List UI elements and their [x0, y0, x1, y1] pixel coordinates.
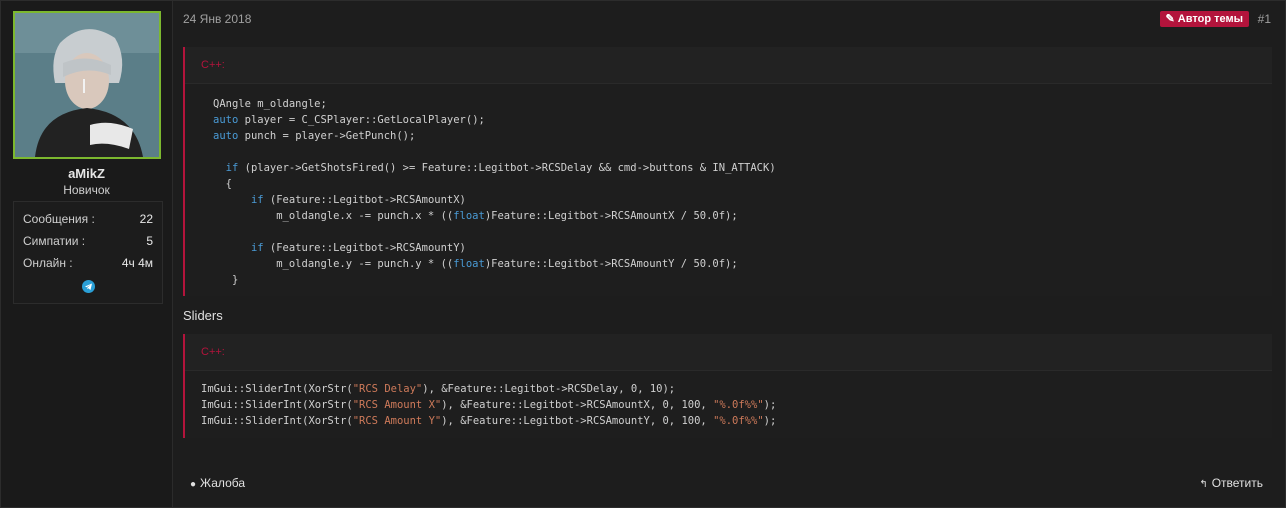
post-content: 24 Янв 2018 ✎ Автор темы #1 C++: QAngle … — [173, 1, 1285, 507]
code-line: QAngle m_oldangle; — [213, 98, 327, 110]
stat-value: 22 — [139, 212, 153, 226]
code-lang-label: C++: — [185, 334, 1272, 371]
stat-value: 4ч 4м — [121, 256, 153, 270]
badge-label: Автор темы — [1177, 13, 1243, 25]
sliders-heading: Sliders — [183, 308, 223, 323]
code-content: QAngle m_oldangle;auto player = C_CSPlay… — [185, 84, 1272, 288]
code-line: if (player->GetShotsFired() >= Feature::… — [225, 162, 776, 174]
report-label: Жалоба — [200, 476, 246, 490]
username[interactable]: aMikZ — [1, 166, 172, 181]
reply-label: Ответить — [1211, 476, 1263, 490]
code-lang-label: C++: — [185, 47, 1272, 84]
code-line: m_oldangle.y -= punch.y * ((float)Featur… — [213, 258, 738, 270]
code-line: auto punch = player->GetPunch(); — [213, 130, 416, 142]
code-line: ImGui::SliderInt(XorStr("RCS Amount Y"),… — [201, 415, 777, 427]
code-line: ImGui::SliderInt(XorStr("RCS Amount X"),… — [201, 399, 777, 411]
avatar-image — [15, 13, 159, 157]
forum-post: aMikZ Новичок Сообщения : 22 Симпатии : … — [0, 0, 1286, 508]
code-block: C++: QAngle m_oldangle;auto player = C_C… — [183, 47, 1272, 296]
code-line: ImGui::SliderInt(XorStr("RCS Delay"), &F… — [201, 383, 676, 395]
alert-icon: ● — [190, 479, 197, 490]
stat-label: Онлайн : — [23, 256, 73, 270]
user-info-panel: aMikZ Новичок Сообщения : 22 Симпатии : … — [1, 1, 173, 507]
reply-icon: ↰ — [1199, 479, 1208, 490]
post-number[interactable]: #1 — [1258, 12, 1271, 26]
code-line: } — [213, 274, 239, 286]
user-title: Новичок — [63, 183, 110, 197]
code-content: ImGui::SliderInt(XorStr("RCS Delay"), &F… — [185, 371, 1272, 429]
code-line: auto player = C_CSPlayer::GetLocalPlayer… — [213, 114, 485, 126]
reply-button[interactable]: ↰ Ответить — [1199, 476, 1263, 490]
code-block: C++: ImGui::SliderInt(XorStr("RCS Delay"… — [183, 334, 1272, 438]
code-line: m_oldangle.x -= punch.x * ((float)Featur… — [213, 210, 738, 222]
code-line: if (Feature::Legitbot->RCSAmountX) — [250, 194, 466, 206]
code-line: { — [213, 178, 232, 190]
pencil-icon: ✎ — [1165, 13, 1175, 25]
author-badge: ✎ Автор темы — [1159, 11, 1249, 27]
user-stats: Сообщения : 22 Симпатии : 5 Онлайн : 4ч … — [13, 201, 163, 304]
stat-value: 5 — [146, 234, 153, 248]
stat-label: Сообщения : — [23, 212, 95, 226]
code-line: if (Feature::Legitbot->RCSAmountY) — [250, 242, 466, 254]
user-avatar[interactable] — [13, 11, 161, 159]
report-link[interactable]: ● Жалоба — [190, 476, 245, 490]
stat-label: Симпатии : — [23, 234, 86, 248]
post-date[interactable]: 24 Янв 2018 — [183, 12, 251, 26]
telegram-icon[interactable] — [82, 280, 95, 293]
